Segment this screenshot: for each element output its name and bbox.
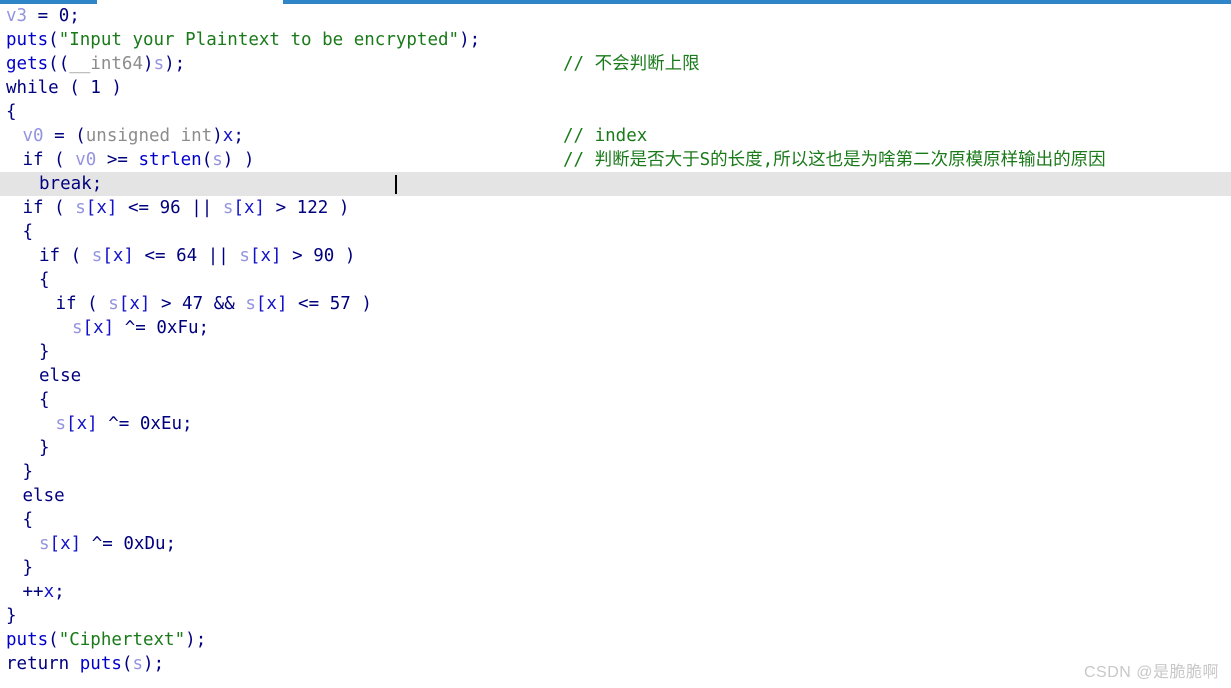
code-line-text: { (22, 222, 34, 242)
code-line[interactable]: else (0, 364, 1231, 388)
code-line[interactable]: } (0, 340, 1231, 364)
code-line-text: ++x; (22, 582, 65, 602)
code-line-text: else (39, 366, 82, 386)
code-line[interactable]: s[x] ^= 0xEu; (0, 412, 1231, 436)
code-line[interactable]: s[x] ^= 0xDu; (0, 532, 1231, 556)
code-line[interactable]: v0 = (unsigned int)x; // index (0, 124, 1231, 148)
code-line[interactable]: if ( v0 >= strlen(s) ) // 判断是否大于S的长度,所以这也… (0, 148, 1231, 172)
code-line-text: v0 = (unsigned int)x; (22, 126, 244, 146)
code-line-text: s[x] ^= 0xFu; (72, 318, 210, 338)
code-line[interactable]: if ( s[x] > 47 && s[x] <= 57 ) (0, 292, 1231, 316)
code-line-text: v3 = 0; (6, 6, 80, 26)
code-line[interactable]: s[x] ^= 0xFu; (0, 316, 1231, 340)
code-line-comment: // index (563, 126, 648, 146)
code-line[interactable]: ++x; (0, 580, 1231, 604)
code-line-text: s[x] ^= 0xEu; (55, 414, 193, 434)
code-line-container: v3 = 0; puts("Input your Plaintext to be … (0, 4, 1231, 676)
csdn-watermark: CSDN @是脆脆啊 (1083, 664, 1219, 681)
code-line[interactable]: { (0, 388, 1231, 412)
code-line-text: { (6, 102, 17, 122)
code-line[interactable]: return puts(s); (0, 652, 1231, 676)
code-line-text: puts("Input your Plaintext to be encrypt… (6, 30, 481, 50)
code-line-text: if ( s[x] <= 96 || s[x] > 122 ) (22, 198, 350, 218)
code-line-text: else (22, 486, 65, 506)
code-line-text: } (22, 462, 34, 482)
code-line-text: } (22, 558, 34, 578)
code-line-text: gets((__int64)s); (6, 54, 186, 74)
code-line[interactable]: { (0, 268, 1231, 292)
code-line-text: { (39, 390, 50, 410)
code-line[interactable]: } (0, 460, 1231, 484)
code-line-comment: // 不会判断上限 (563, 54, 700, 74)
code-line-text: if ( s[x] > 47 && s[x] <= 57 ) (55, 294, 372, 314)
code-line-comment: // 判断是否大于S的长度,所以这也是为啥第二次原模原样输出的原因 (563, 150, 1106, 170)
code-line[interactable]: else (0, 484, 1231, 508)
code-line[interactable]: } (0, 604, 1231, 628)
code-line[interactable]: if ( s[x] <= 96 || s[x] > 122 ) (0, 196, 1231, 220)
code-line[interactable]: { (0, 100, 1231, 124)
code-line[interactable]: gets((__int64)s); // 不会判断上限 (0, 52, 1231, 76)
decompiler-pseudocode-view[interactable]: v3 = 0; puts("Input your Plaintext to be … (0, 4, 1231, 688)
code-line-text: while ( 1 ) (6, 78, 122, 98)
code-line[interactable]: if ( s[x] <= 64 || s[x] > 90 ) (0, 244, 1231, 268)
code-line[interactable]: { (0, 508, 1231, 532)
code-line-text: return puts(s); (6, 654, 165, 674)
code-line-text: if ( s[x] <= 64 || s[x] > 90 ) (39, 246, 356, 266)
code-line[interactable]: while ( 1 ) (0, 76, 1231, 100)
code-line[interactable]: { (0, 220, 1231, 244)
code-line-text: break; (39, 174, 103, 194)
code-line-text: } (39, 438, 50, 458)
code-line-text: } (6, 606, 17, 626)
code-line-text: { (22, 510, 34, 530)
code-line[interactable]: puts("Input your Plaintext to be encrypt… (0, 28, 1231, 52)
code-line[interactable]: v3 = 0; (0, 4, 1231, 28)
text-caret (395, 175, 397, 194)
code-line[interactable]: } (0, 556, 1231, 580)
code-line[interactable]: } (0, 436, 1231, 460)
code-line[interactable]: puts("Ciphertext"); (0, 628, 1231, 652)
code-line-text: } (39, 342, 50, 362)
code-line[interactable]: break; (0, 172, 1231, 196)
code-line-text: { (39, 270, 50, 290)
code-line-text: puts("Ciphertext"); (6, 630, 207, 650)
code-line-text: if ( v0 >= strlen(s) ) (22, 150, 255, 170)
code-line-text: s[x] ^= 0xDu; (39, 534, 177, 554)
